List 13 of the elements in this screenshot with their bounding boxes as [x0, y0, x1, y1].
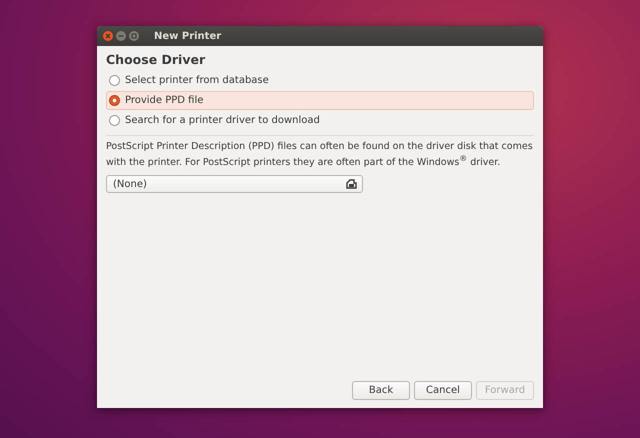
file-chooser-button[interactable]: (None): [106, 175, 363, 194]
minimize-icon[interactable]: [116, 31, 126, 41]
description-text: PostScript Printer Description (PPD) files can often be found on the driver disk that comes with the printer. For PostScript printers they are often part of the Windows$^{®}$ driver.: [106, 141, 534, 170]
dialog-button[interactable]: Cancel: [414, 381, 472, 400]
section-heading: Choose Driver: [106, 52, 206, 67]
radio-option[interactable]: Provide PPD file: [106, 91, 534, 110]
radio-option[interactable]: Search for a printer driver to download: [106, 111, 534, 130]
document-icon: [346, 179, 357, 190]
radio-option[interactable]: Select printer from database: [106, 71, 534, 90]
maximize-icon[interactable]: [129, 31, 139, 41]
dialog-button[interactable]: Back: [352, 381, 410, 400]
window-title: New Printer: [154, 30, 222, 42]
close-icon[interactable]: [103, 31, 113, 41]
